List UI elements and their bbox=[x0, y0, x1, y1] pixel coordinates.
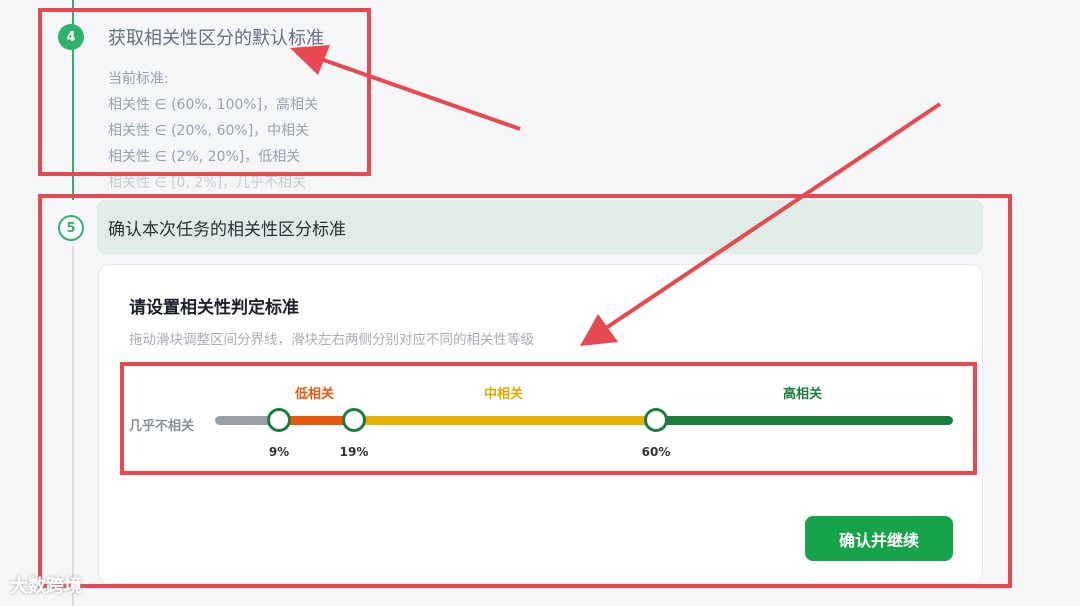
annotation-arrows bbox=[290, 45, 942, 346]
annotation-arrow-down bbox=[580, 102, 942, 346]
annotation-arrow-up bbox=[290, 45, 521, 131]
watermark: 大数跨境 bbox=[10, 576, 82, 597]
